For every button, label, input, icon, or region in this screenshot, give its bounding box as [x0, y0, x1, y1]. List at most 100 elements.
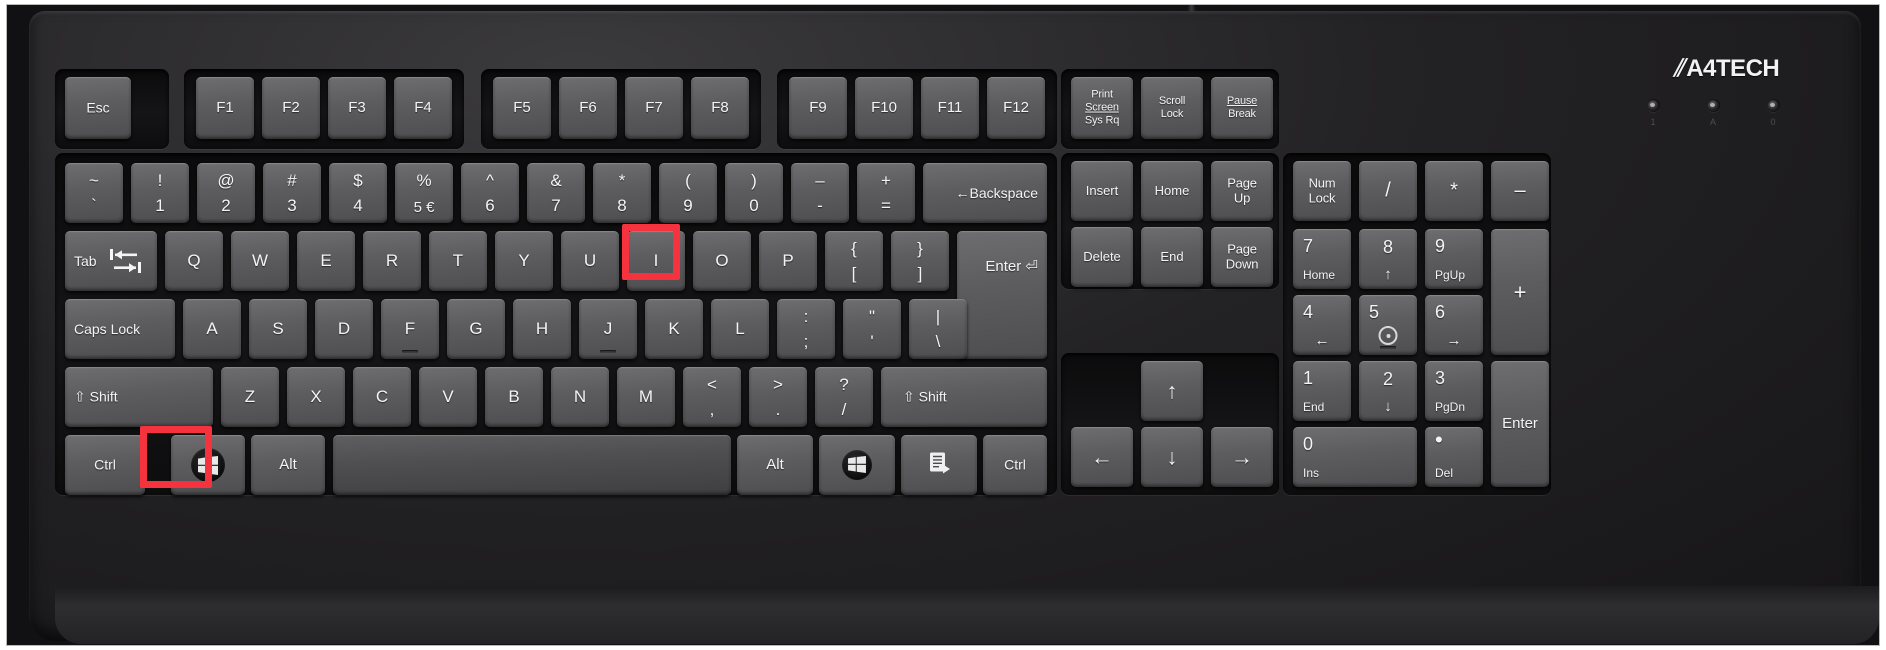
key-period[interactable]: > .	[749, 367, 807, 427]
key-caps-lock[interactable]: Caps Lock	[65, 299, 175, 359]
key-numpad-multiply[interactable]: *	[1425, 161, 1483, 221]
key-numpad-9[interactable]: 9 PgUp	[1425, 229, 1483, 289]
key-m[interactable]: M	[617, 367, 675, 427]
key-c[interactable]: C	[353, 367, 411, 427]
key-s[interactable]: S	[249, 299, 307, 359]
key-1[interactable]: ! 1	[131, 163, 189, 223]
key-7[interactable]: & 7	[527, 163, 585, 223]
key-v[interactable]: V	[419, 367, 477, 427]
key-h[interactable]: H	[513, 299, 571, 359]
key-semicolon[interactable]: : ;	[777, 299, 835, 359]
key-scroll-lock[interactable]: Scroll Lock	[1141, 77, 1203, 139]
key-insert[interactable]: Insert	[1071, 161, 1133, 221]
key-f5[interactable]: F5	[493, 77, 551, 139]
key-numpad-3[interactable]: 3 PgDn	[1425, 361, 1483, 421]
key-tab[interactable]: Tab	[65, 231, 157, 291]
key-numpad-divide[interactable]: /	[1359, 161, 1417, 221]
key-numpad-add[interactable]: +	[1491, 229, 1549, 355]
key-arrow-right[interactable]: →	[1211, 427, 1273, 487]
key-q[interactable]: Q	[165, 231, 223, 291]
key-f12[interactable]: F12	[987, 77, 1045, 139]
key-numpad-subtract[interactable]: –	[1491, 161, 1549, 221]
key-d[interactable]: D	[315, 299, 373, 359]
key-pause-break[interactable]: Pause Break	[1211, 77, 1273, 139]
key-slash[interactable]: ? /	[815, 367, 873, 427]
key-comma[interactable]: < ,	[683, 367, 741, 427]
key-backslash[interactable]: | \	[909, 299, 967, 359]
key-left-windows[interactable]	[171, 435, 245, 495]
key-n[interactable]: N	[551, 367, 609, 427]
key-left-alt[interactable]: Alt	[251, 435, 325, 495]
key-u[interactable]: U	[561, 231, 619, 291]
key-left-ctrl[interactable]: Ctrl	[65, 435, 145, 495]
key-z[interactable]: Z	[221, 367, 279, 427]
key-l[interactable]: L	[711, 299, 769, 359]
key-f7[interactable]: F7	[625, 77, 683, 139]
key-b[interactable]: B	[485, 367, 543, 427]
key-o[interactable]: O	[693, 231, 751, 291]
key-t[interactable]: T	[429, 231, 487, 291]
key-numpad-8[interactable]: 8 ↑	[1359, 229, 1417, 289]
key-f1[interactable]: F1	[196, 77, 254, 139]
key-f4[interactable]: F4	[394, 77, 452, 139]
key-f9[interactable]: F9	[789, 77, 847, 139]
key-numpad-0[interactable]: 0 Ins	[1293, 427, 1417, 487]
key-arrow-up[interactable]: ↑	[1141, 361, 1203, 421]
key-y[interactable]: Y	[495, 231, 553, 291]
key-2[interactable]: @ 2	[197, 163, 255, 223]
key-quote[interactable]: " '	[843, 299, 901, 359]
key-a[interactable]: A	[183, 299, 241, 359]
key-arrow-left[interactable]: ←	[1071, 427, 1133, 487]
key-8[interactable]: * 8	[593, 163, 651, 223]
key-arrow-down[interactable]: ↓	[1141, 427, 1203, 487]
key-numpad-4[interactable]: 4 ←	[1293, 295, 1351, 355]
key-print-screen[interactable]: Print Screen Sys Rq	[1071, 77, 1133, 139]
key-page-down[interactable]: Page Down	[1211, 227, 1273, 287]
key-menu[interactable]	[901, 435, 977, 495]
key-page-up[interactable]: Page Up	[1211, 161, 1273, 221]
key-backtick[interactable]: ~ `	[65, 163, 123, 223]
key-e[interactable]: E	[297, 231, 355, 291]
key-right-ctrl[interactable]: Ctrl	[983, 435, 1047, 495]
key-numpad-7[interactable]: 7 Home	[1293, 229, 1351, 289]
key-5[interactable]: % 5 €	[395, 163, 453, 223]
key-f3[interactable]: F3	[328, 77, 386, 139]
key-0[interactable]: ) 0	[725, 163, 783, 223]
key-numpad-1[interactable]: 1 End	[1293, 361, 1351, 421]
key-f2[interactable]: F2	[262, 77, 320, 139]
key-numpad-enter[interactable]: Enter	[1491, 361, 1549, 487]
key-f8[interactable]: F8	[691, 77, 749, 139]
key-equals[interactable]: + =	[857, 163, 915, 223]
key-end[interactable]: End	[1141, 227, 1203, 287]
key-home[interactable]: Home	[1141, 161, 1203, 221]
key-left-shift[interactable]: ⇧ Shift	[65, 367, 213, 427]
key-g[interactable]: G	[447, 299, 505, 359]
key-p[interactable]: P	[759, 231, 817, 291]
key-r[interactable]: R	[363, 231, 421, 291]
key-numpad-6[interactable]: 6 →	[1425, 295, 1483, 355]
key-minus[interactable]: – -	[791, 163, 849, 223]
key-f6[interactable]: F6	[559, 77, 617, 139]
key-bracket-left[interactable]: { [	[825, 231, 883, 291]
key-6[interactable]: ^ 6	[461, 163, 519, 223]
key-bracket-right[interactable]: } ]	[891, 231, 949, 291]
key-right-windows[interactable]	[819, 435, 895, 495]
key-right-alt[interactable]: Alt	[737, 435, 813, 495]
key-i[interactable]: I	[627, 231, 685, 291]
key-numpad-5[interactable]: 5	[1359, 295, 1417, 355]
key-f11[interactable]: F11	[921, 77, 979, 139]
key-numpad-2[interactable]: 2 ↓	[1359, 361, 1417, 421]
key-enter[interactable]: Enter ⏎	[957, 231, 1047, 359]
key-num-lock[interactable]: Num Lock	[1293, 161, 1351, 221]
key-numpad-decimal[interactable]: • Del	[1425, 427, 1483, 487]
key-3[interactable]: # 3	[263, 163, 321, 223]
key-delete[interactable]: Delete	[1071, 227, 1133, 287]
key-w[interactable]: W	[231, 231, 289, 291]
key-j[interactable]: J	[579, 299, 637, 359]
key-right-shift[interactable]: ⇧ Shift	[881, 367, 1047, 427]
key-f10[interactable]: F10	[855, 77, 913, 139]
key-f[interactable]: F	[381, 299, 439, 359]
key-4[interactable]: $ 4	[329, 163, 387, 223]
key-9[interactable]: ( 9	[659, 163, 717, 223]
key-esc[interactable]: Esc	[65, 77, 131, 139]
